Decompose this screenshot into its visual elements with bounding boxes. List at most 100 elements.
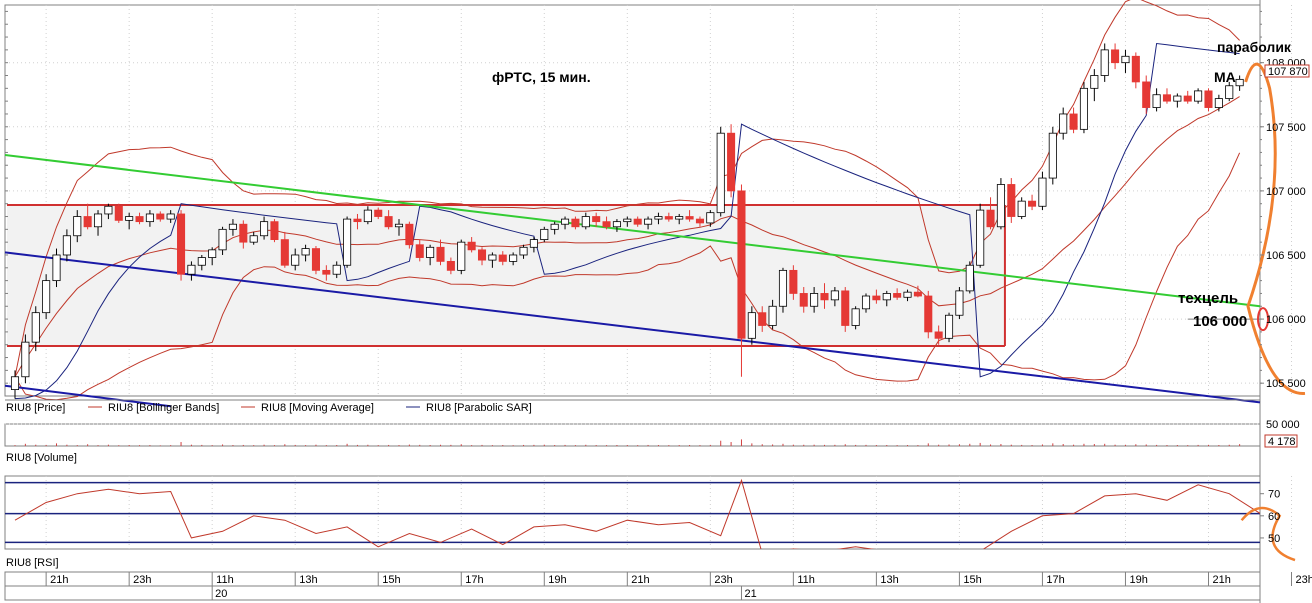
- candle-body: [1183, 95, 1192, 102]
- candle-body: [384, 216, 393, 228]
- ma-annotation: MA: [1214, 69, 1236, 85]
- candle-body: [260, 221, 269, 237]
- candle-body: [893, 293, 902, 298]
- candle-body: [1152, 94, 1161, 108]
- legend-item: RIU8 [Moving Average]: [261, 402, 374, 414]
- hour-label: 15h: [382, 574, 400, 586]
- candle-body: [1028, 200, 1037, 207]
- hour-label: 21h: [1212, 574, 1230, 586]
- candle-body: [363, 209, 372, 223]
- candle-body: [301, 248, 310, 256]
- candle-body: [861, 295, 871, 310]
- candle-body: [1194, 90, 1203, 102]
- candle-body: [571, 218, 580, 228]
- candle-body: [654, 216, 663, 220]
- candle-body: [436, 246, 445, 262]
- candle-body: [52, 254, 61, 282]
- candle-body: [208, 249, 217, 258]
- candle-body: [93, 213, 103, 228]
- candle-body: [882, 293, 891, 301]
- candle-body: [291, 254, 300, 266]
- rsi-tick-label: 60: [1268, 511, 1280, 523]
- hour-label: 15h: [963, 574, 981, 586]
- candle-body: [841, 290, 850, 326]
- candle-body: [177, 213, 186, 275]
- candle-body: [21, 341, 30, 378]
- candle-body: [1235, 78, 1244, 87]
- candle-body: [778, 269, 788, 307]
- candle-body: [1079, 87, 1088, 130]
- candle-body: [426, 246, 435, 258]
- chart-canvas: 21h 23h 11h 13h 15h 17h 19h 21h 23h 11h 13h 15h 17h 1…: [0, 0, 1312, 603]
- hour-label: 19h: [1129, 574, 1147, 586]
- last-volume-label: 4 178: [1268, 436, 1296, 448]
- hour-label: 23h: [133, 574, 151, 586]
- candle-body: [633, 218, 642, 225]
- candle-body: [758, 312, 767, 326]
- candle-body: [415, 244, 424, 258]
- candle-body: [104, 205, 113, 215]
- target-value-annotation: 106 000: [1193, 313, 1247, 330]
- candle-body: [270, 221, 279, 241]
- candle-body: [1204, 90, 1213, 108]
- candle-body: [830, 290, 839, 301]
- candle-body: [83, 216, 92, 228]
- candle-body: [249, 235, 258, 243]
- candle-body: [228, 223, 237, 230]
- candle-body: [1225, 85, 1234, 99]
- candle-body: [498, 254, 507, 262]
- candle-body: [675, 216, 684, 220]
- candle-body: [62, 235, 71, 256]
- candle-body: [156, 213, 165, 220]
- candle-body: [10, 376, 20, 390]
- hour-label: 13h: [299, 574, 317, 586]
- hour-label: 19h: [548, 574, 566, 586]
- candle-body: [73, 216, 82, 237]
- candle-body: [727, 132, 736, 192]
- candle-body: [1059, 113, 1068, 134]
- candle-body: [561, 218, 570, 225]
- candle-body: [405, 223, 414, 246]
- candle-body: [996, 184, 1005, 228]
- candle-body: [1038, 177, 1047, 207]
- candle-body: [945, 314, 954, 339]
- rsi-tick-label: 50: [1268, 533, 1280, 545]
- hour-label: 13h: [880, 574, 898, 586]
- candle-body: [125, 216, 134, 221]
- candle-body: [976, 209, 985, 266]
- parabolic-annotation: параболик: [1217, 39, 1292, 55]
- candle-body: [768, 305, 777, 326]
- candle-body: [581, 216, 590, 228]
- candle-body: [695, 218, 704, 224]
- price-tick-label: 106 500: [1266, 250, 1306, 262]
- candle-body: [529, 239, 538, 248]
- candle-body: [1007, 184, 1016, 217]
- candle-body: [311, 248, 320, 271]
- candle-body: [986, 209, 995, 228]
- candle-body: [747, 312, 756, 339]
- price-tick-label: 107 000: [1266, 186, 1306, 198]
- legend-item: RIU8 [Bollinger Bands]: [108, 402, 219, 414]
- candle-body: [1173, 95, 1182, 102]
- candle-body: [135, 216, 144, 223]
- candle-body: [706, 212, 715, 224]
- candle-body: [1111, 49, 1120, 64]
- candle-body: [1121, 55, 1130, 64]
- candle-body: [1090, 75, 1099, 89]
- target-annotation: техцель: [1178, 290, 1238, 307]
- candle-body: [644, 218, 653, 225]
- candle-body: [519, 246, 528, 256]
- candle-body: [446, 260, 455, 271]
- candle-body: [187, 264, 196, 275]
- candle-body: [602, 221, 611, 228]
- candle-body: [955, 290, 964, 316]
- candle-body: [716, 132, 725, 214]
- price-tick-label: 105 500: [1266, 378, 1306, 390]
- candle-body: [1069, 113, 1078, 130]
- candle-body: [550, 223, 559, 230]
- hour-label: 17h: [1046, 574, 1064, 586]
- candle-body: [913, 291, 922, 297]
- hour-label: 23h: [1296, 574, 1312, 586]
- candle-body: [965, 264, 974, 292]
- candle-body: [477, 249, 487, 261]
